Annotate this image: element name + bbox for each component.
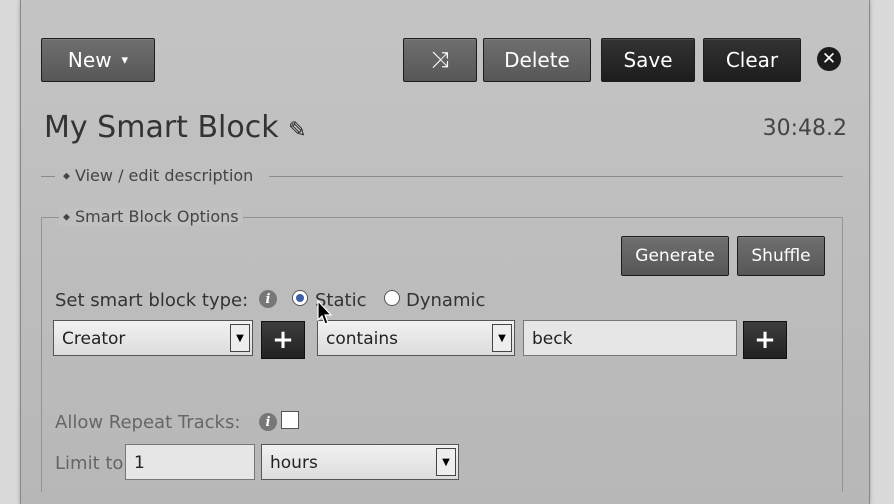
new-button[interactable]: New ▾ <box>41 38 155 82</box>
block-duration: 30:48.2 <box>762 116 847 141</box>
generate-button[interactable]: Generate <box>621 236 729 276</box>
diamond-toggle-icon: ◆ <box>63 171 70 182</box>
pencil-icon[interactable]: ✎ <box>288 118 306 143</box>
new-button-label: New <box>67 48 112 72</box>
dropdown-arrow-icon: ▼ <box>436 448 456 476</box>
add-criteria-button[interactable]: + <box>743 321 787 359</box>
info-icon[interactable]: i <box>259 290 277 308</box>
limit-value-input[interactable]: 1 <box>125 444 255 480</box>
criteria-field-select[interactable]: Creator ▼ <box>53 320 253 356</box>
diamond-toggle-icon: ◆ <box>63 212 70 223</box>
criteria-modifier-select[interactable]: contains ▼ <box>317 320 515 356</box>
chevron-down-icon: ▾ <box>121 52 129 68</box>
allow-repeat-tracks-label: Allow Repeat Tracks: <box>55 412 241 433</box>
save-button[interactable]: Save <box>601 38 695 82</box>
limit-unit-select[interactable]: hours ▼ <box>261 444 459 480</box>
divider <box>269 176 843 177</box>
static-radio[interactable] <box>292 290 308 306</box>
criteria-value-input[interactable]: beck <box>523 320 737 356</box>
info-icon[interactable]: i <box>259 413 277 431</box>
shuffle-button[interactable]: Shuffle <box>737 236 825 276</box>
view-edit-description-label: View / edit description <box>75 166 254 185</box>
dropdown-arrow-icon: ▼ <box>492 324 512 352</box>
close-icon[interactable]: ✕ <box>817 47 841 71</box>
dynamic-radio-label: Dynamic <box>406 290 486 311</box>
smart-block-options-toggle[interactable]: ◆ Smart Block Options <box>59 207 243 226</box>
shuffle-icon-button[interactable]: ⤨ <box>403 38 477 82</box>
allow-repeat-tracks-checkbox[interactable] <box>281 411 299 429</box>
dropdown-arrow-icon: ▼ <box>230 324 250 352</box>
limit-unit-value: hours <box>270 453 318 473</box>
dynamic-radio[interactable] <box>384 290 400 306</box>
shuffle-icon: ⤨ <box>431 47 449 73</box>
add-criteria-modifier-button[interactable]: + <box>261 321 305 359</box>
criteria-field-value: Creator <box>62 329 126 349</box>
smart-block-title: My Smart Block <box>44 110 279 145</box>
smart-block-options-label: Smart Block Options <box>75 207 239 226</box>
limit-to-label: Limit to <box>55 453 124 474</box>
smart-block-panel: New ▾ ⤨ Delete Save Clear ✕ My Smart Blo… <box>20 0 870 504</box>
view-edit-description-toggle[interactable]: ◆ View / edit description <box>63 166 253 185</box>
page-title: My Smart Block ✎ <box>44 110 307 145</box>
delete-button[interactable]: Delete <box>483 38 591 82</box>
clear-button[interactable]: Clear <box>703 38 801 82</box>
mouse-cursor-icon <box>317 300 333 325</box>
smart-block-type-label: Set smart block type: <box>55 290 249 311</box>
divider <box>41 176 55 177</box>
criteria-modifier-value: contains <box>326 329 398 349</box>
